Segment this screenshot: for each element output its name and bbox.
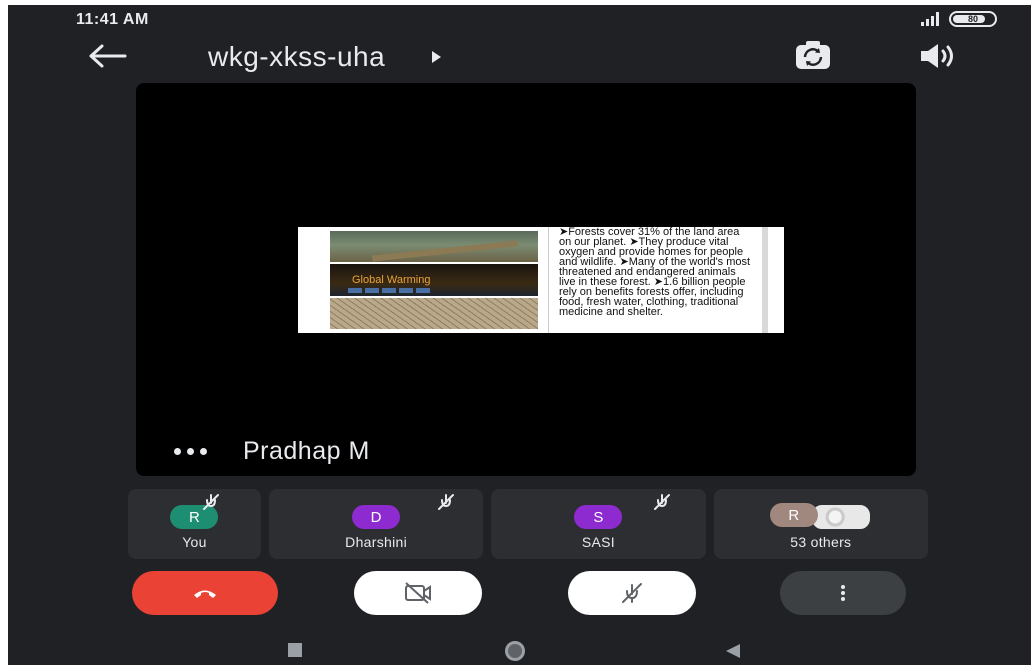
more-horiz-icon[interactable] [174,448,207,455]
participant-name: You [182,534,207,550]
phone-hangup-icon [194,590,216,598]
status-indicators: 80 [921,11,997,27]
avatar: D [352,505,401,529]
nav-back-icon[interactable] [726,644,740,658]
slide-images: Global Warming [298,227,548,333]
participant-tile-dharshini[interactable]: D Dharshini [268,489,484,559]
mic-off-icon [622,583,642,603]
mic-off-icon [654,494,671,510]
end-call-button[interactable] [132,571,278,615]
recent-apps-icon[interactable] [288,643,302,657]
participant-tile-sasi[interactable]: S SASI [491,489,706,559]
camera-off-icon [405,582,431,604]
participant-tile-you[interactable]: R You [128,489,261,559]
call-controls [8,571,1031,621]
more-vert-icon [841,585,845,601]
mic-toggle-button[interactable] [568,571,696,615]
slide-image-caption: Global Warming [352,273,431,286]
arrow-left-icon[interactable] [88,43,128,69]
more-options-button[interactable] [780,571,906,615]
others-avatars: R [769,503,872,531]
presenter-name: Pradhap M [243,437,370,465]
speaker-icon[interactable] [918,42,958,70]
top-bar: wkg-xkss-uha [8,33,1031,77]
avatar: R [769,503,818,527]
global-warming-image: Global Warming [330,264,538,296]
participant-name: Dharshini [345,534,407,550]
camera-toggle-button[interactable] [354,571,482,615]
meet-app-screen: 11:41 AM 80 wkg-xkss-uha Global Warming … [8,5,1031,665]
signal-icon [921,12,939,26]
status-time: 11:41 AM [76,11,149,28]
forest-image [330,231,538,263]
dry-land-image [330,297,538,329]
participant-tile-others[interactable]: R 53 others [713,489,928,559]
home-icon[interactable] [505,641,525,661]
meeting-details-arrow-icon[interactable] [432,51,441,63]
presentation-tile[interactable]: Global Warming ➤Forests cover 31% of the… [136,83,916,476]
participant-strip: R You D Dharshini S SASI R 53 others [128,489,928,559]
participant-name: 53 others [790,534,852,550]
meeting-code[interactable]: wkg-xkss-uha [208,41,385,73]
android-nav-bar [8,635,1031,665]
slide-text: ➤Forests cover 31% of the land area on o… [548,227,768,333]
status-bar: 11:41 AM 80 [8,5,1031,35]
battery-icon: 80 [949,11,997,27]
shared-slide: Global Warming ➤Forests cover 31% of the… [298,227,784,333]
tile-footer: Pradhap M [174,437,370,466]
mic-off-icon [203,494,219,510]
avatar: S [574,505,623,529]
photo-avatar [809,503,872,531]
participant-name: SASI [581,534,615,550]
switch-camera-icon[interactable] [794,40,832,72]
battery-level: 80 [967,14,978,24]
mic-off-icon [437,494,454,510]
